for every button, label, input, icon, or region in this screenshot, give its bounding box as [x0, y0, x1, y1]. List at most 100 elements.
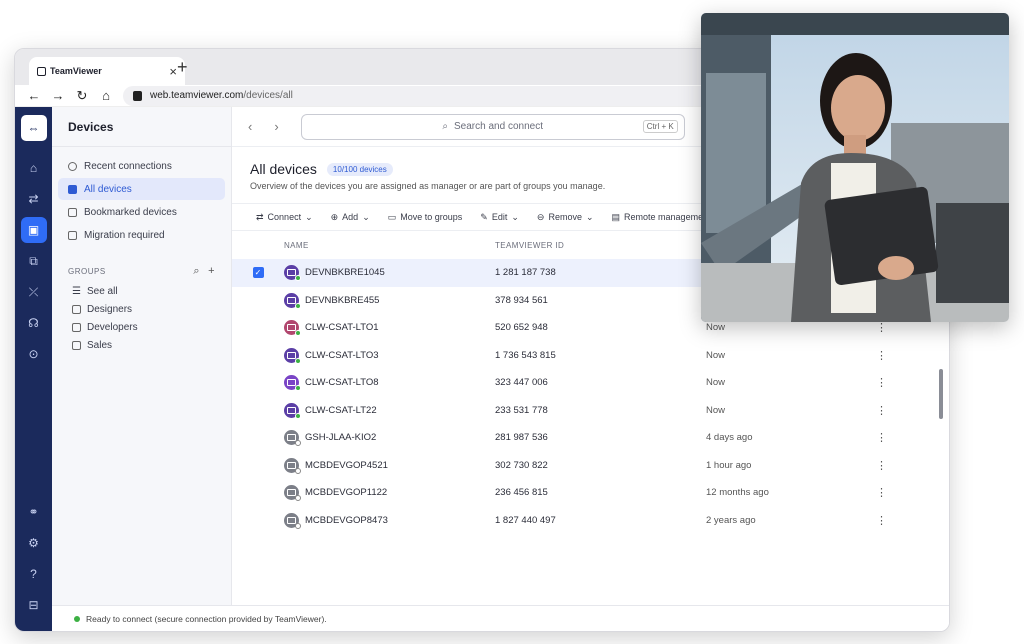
settings-nav-icon[interactable]: ⚙: [21, 530, 47, 556]
table-row[interactable]: MCBDEVGOP1122 236 456 815 12 months ago ⋮: [232, 479, 949, 507]
device-icon: [284, 512, 301, 529]
column-teamviewer-id[interactable]: TEAMVIEWER ID: [495, 241, 706, 250]
promo-photo: [701, 13, 1009, 322]
sidebar-item-recent[interactable]: Recent connections: [58, 155, 225, 177]
chevron-down-icon: ⌄: [585, 211, 594, 222]
device-name: MCBDEVGOP8473: [305, 514, 388, 526]
table-row[interactable]: MCBDEVGOP8473 1 827 440 497 2 years ago ⋮: [232, 507, 949, 535]
device-id: 378 934 561: [495, 294, 548, 306]
home-icon[interactable]: ⌂: [99, 88, 113, 103]
connections-nav-icon[interactable]: ⇄: [21, 186, 47, 212]
table-row[interactable]: CLW-CSAT-LT22 233 531 778 Now ⋮: [232, 397, 949, 425]
sidebar-list: Recent connections All devices Bookmarke…: [52, 147, 231, 255]
more-options-icon[interactable]: ⋮: [876, 349, 890, 362]
device-id: 233 531 778: [495, 404, 548, 416]
more-options-icon[interactable]: ⋮: [876, 431, 890, 444]
sessions-nav-icon[interactable]: ⧉: [21, 248, 47, 274]
column-name[interactable]: NAME: [284, 241, 495, 250]
scrollbar[interactable]: [939, 369, 943, 419]
last-seen: Now: [706, 322, 726, 334]
add-group-icon[interactable]: +: [208, 265, 215, 278]
more-options-icon[interactable]: ⋮: [876, 376, 890, 389]
status-dot-icon: [74, 615, 80, 622]
collapse-nav-icon[interactable]: ⊟: [21, 592, 47, 618]
device-icon: [284, 485, 301, 502]
clock-icon: [68, 161, 77, 171]
status-dot-icon: [295, 522, 301, 529]
new-tab-button[interactable]: +: [177, 57, 188, 78]
device-id: 236 456 815: [495, 487, 548, 499]
search-input[interactable]: ⌕ Search and connect Ctrl + K: [300, 113, 685, 140]
move-to-groups-button[interactable]: ▭ Move to groups: [388, 212, 463, 223]
group-developers[interactable]: Developers: [52, 318, 231, 336]
url-host: web.teamviewer.com: [150, 90, 244, 101]
document-icon: ▤: [611, 211, 621, 222]
device-id: 520 652 948: [495, 322, 548, 334]
device-id: 302 730 822: [495, 459, 548, 471]
device-name: GSH-JLAA-KIO2: [305, 432, 377, 444]
status-dot-icon: [295, 385, 301, 392]
last-seen: Now: [706, 349, 726, 361]
checkbox-checked-icon[interactable]: ✓: [252, 267, 264, 279]
device-name: MCBDEVGOP1122: [305, 487, 388, 499]
forward-icon[interactable]: →: [51, 88, 65, 103]
integrations-nav-icon[interactable]: ⤫: [21, 279, 47, 305]
teamviewer-logo-icon[interactable]: ⇔: [20, 115, 47, 141]
back-icon[interactable]: ←: [27, 88, 41, 103]
help-nav-icon[interactable]: ?: [21, 561, 47, 587]
table-row[interactable]: MCBDEVGOP4521 302 730 822 1 hour ago ⋮: [232, 452, 949, 480]
devices-icon: [68, 184, 77, 194]
device-icon: [284, 347, 301, 364]
devices-sidebar: Devices Recent connections All devices B…: [52, 107, 232, 631]
groups-label: GROUPS: [68, 267, 106, 276]
device-icon: [284, 457, 301, 474]
remove-button[interactable]: ⊖ Remove ⌄: [537, 212, 594, 223]
sidebar-item-migration[interactable]: Migration required: [58, 224, 225, 246]
more-options-icon[interactable]: ⋮: [876, 459, 890, 472]
home-nav-icon[interactable]: ⌂: [21, 155, 47, 181]
group-designers[interactable]: Designers: [52, 300, 231, 318]
sidebar-item-label: Bookmarked devices: [84, 206, 177, 218]
add-button[interactable]: ⊕ Add ⌄: [331, 212, 370, 223]
rail-bottom: ⚭ ⚙ ? ⊟: [21, 499, 47, 631]
users-nav-icon[interactable]: ⚭: [21, 499, 47, 525]
tab-close-icon[interactable]: ×: [169, 64, 177, 79]
chevron-right-icon[interactable]: ›: [274, 119, 278, 134]
table-row[interactable]: CLW-CSAT-LTO8 323 447 006 Now ⋮: [232, 369, 949, 397]
edit-button[interactable]: ✎ Edit ⌄: [480, 212, 519, 223]
device-id: 281 987 536: [495, 432, 548, 444]
url-path: /devices/all: [243, 90, 293, 101]
chevron-left-icon[interactable]: ‹: [248, 119, 252, 134]
reload-icon[interactable]: ↻: [75, 88, 89, 104]
more-options-icon[interactable]: ⋮: [876, 514, 890, 527]
last-seen: 2 years ago: [706, 514, 756, 526]
more-options-icon[interactable]: ⋮: [876, 486, 890, 499]
connect-label: Connect: [267, 212, 302, 222]
more-options-icon[interactable]: ⋮: [876, 321, 890, 334]
group-icon: [72, 322, 81, 332]
row-select[interactable]: ✓: [232, 267, 284, 279]
search-icon: ⌕: [442, 121, 449, 132]
sidebar-item-label: Migration required: [84, 229, 165, 241]
sidebar-item-bookmarked[interactable]: Bookmarked devices: [58, 201, 225, 223]
last-seen: 1 hour ago: [706, 459, 752, 471]
remote-management-button[interactable]: ▤ Remote managemen: [612, 212, 709, 223]
support-nav-icon[interactable]: ☊: [21, 310, 47, 336]
group-sales[interactable]: Sales: [52, 336, 231, 354]
group-see-all[interactable]: ☰ See all: [52, 282, 231, 300]
table-row[interactable]: GSH-JLAA-KIO2 281 987 536 4 days ago ⋮: [232, 424, 949, 452]
devices-nav-icon[interactable]: ▣: [20, 217, 47, 243]
browser-tab[interactable]: TeamViewer ×: [29, 57, 185, 85]
bookmark-icon: [68, 207, 77, 217]
security-nav-icon[interactable]: ⊙: [21, 341, 47, 367]
status-dot-icon: [295, 412, 301, 419]
table-row[interactable]: CLW-CSAT-LTO3 1 736 543 815 Now ⋮: [232, 342, 949, 370]
last-seen: Now: [706, 404, 726, 416]
search-groups-icon[interactable]: ⌕: [193, 265, 200, 278]
connect-button[interactable]: ⇄ Connect ⌄: [256, 212, 313, 223]
sidebar-item-all-devices[interactable]: All devices: [58, 178, 225, 200]
shortcut-badge: Ctrl + K: [642, 119, 678, 133]
nav-rail: ⇔ ⌂ ⇄ ▣ ⧉ ⤫ ☊ ⊙ ⚭ ⚙ ? ⊟: [15, 107, 52, 631]
more-options-icon[interactable]: ⋮: [876, 404, 890, 417]
last-seen: Now: [706, 377, 726, 389]
